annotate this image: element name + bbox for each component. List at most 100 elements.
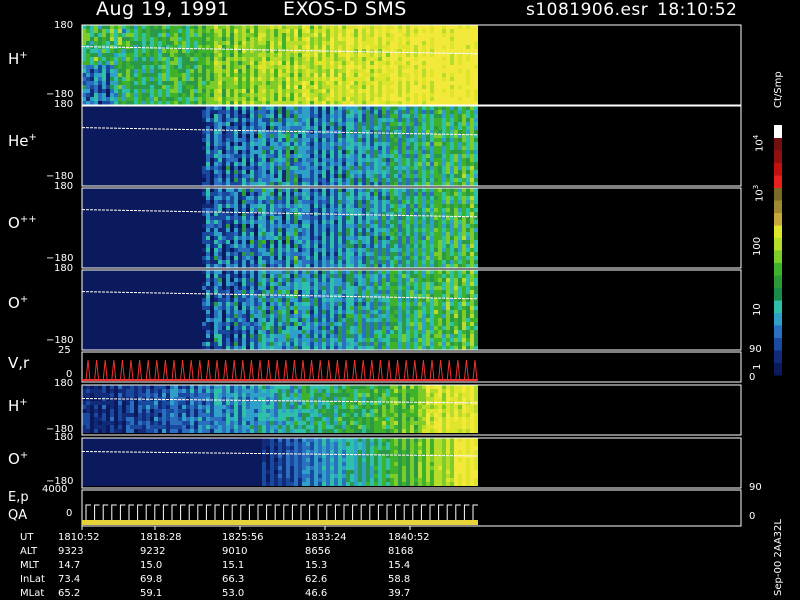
- heatmap-cell: [214, 57, 218, 61]
- heatmap-cell: [146, 97, 150, 101]
- heatmap-cell: [466, 29, 470, 33]
- heatmap-cell: [366, 37, 370, 41]
- heatmap-cell: [198, 49, 202, 53]
- heatmap-cell: [270, 204, 274, 208]
- heatmap-cell: [174, 182, 178, 186]
- heatmap-cell: [286, 81, 290, 85]
- heatmap-cell: [138, 110, 142, 114]
- heatmap-cell: [278, 101, 282, 105]
- heatmap-cell: [334, 126, 338, 130]
- heatmap-cell: [462, 73, 466, 77]
- heatmap-cell: [266, 154, 270, 158]
- heatmap-cell: [190, 89, 194, 93]
- heatmap-cell: [230, 240, 234, 244]
- heatmap-cell: [122, 93, 126, 97]
- heatmap-cell: [302, 65, 306, 69]
- heatmap-cell: [158, 220, 162, 224]
- heatmap-cell: [182, 142, 186, 146]
- heatmap-cell: [182, 188, 186, 192]
- heatmap-cell: [178, 33, 182, 37]
- heatmap-cell: [202, 260, 206, 264]
- heatmap-cell: [282, 29, 286, 33]
- heatmap-cell: [230, 114, 234, 118]
- heatmap-cell: [254, 142, 258, 146]
- heatmap-cell: [362, 65, 366, 69]
- heatmap-cell: [150, 200, 154, 204]
- heatmap-cell: [90, 146, 94, 150]
- heatmap-cell: [210, 220, 214, 224]
- heatmap-cell: [330, 138, 334, 142]
- heatmap-cell: [310, 101, 314, 105]
- heatmap-cell: [294, 77, 298, 81]
- heatmap-cell: [398, 33, 402, 37]
- heatmap-cell: [226, 188, 230, 192]
- heatmap-cell: [234, 93, 238, 97]
- heatmap-cell: [382, 178, 386, 182]
- heatmap-cell: [430, 57, 434, 61]
- heatmap-cell: [242, 65, 246, 69]
- heatmap-cell: [298, 65, 302, 69]
- heatmap-cell: [266, 220, 270, 224]
- heatmap-cell: [134, 61, 138, 65]
- heatmap-cell: [370, 61, 374, 65]
- heatmap-cell: [358, 73, 362, 77]
- heatmap-cell: [270, 170, 274, 174]
- heatmap-cell: [430, 61, 434, 65]
- heatmap-cell: [310, 170, 314, 174]
- heatmap-cell: [282, 126, 286, 130]
- heatmap-cell: [222, 61, 226, 65]
- heatmap-cell: [138, 216, 142, 220]
- heatmap-cell: [246, 97, 250, 101]
- heatmap-cell: [274, 150, 278, 154]
- heatmap-cell: [466, 114, 470, 118]
- heatmap-cell: [370, 69, 374, 73]
- heatmap-cell: [138, 25, 142, 29]
- heatmap-cell: [282, 110, 286, 114]
- heatmap-cell: [282, 182, 286, 186]
- heatmap-cell: [374, 93, 378, 97]
- heatmap-cell: [258, 260, 262, 264]
- heatmap-cell: [190, 122, 194, 126]
- heatmap-cell: [274, 142, 278, 146]
- heatmap-cell: [82, 146, 86, 150]
- heatmap-cell: [154, 106, 158, 110]
- heatmap-cell: [270, 174, 274, 178]
- heatmap-cell: [258, 118, 262, 122]
- heatmap-cell: [174, 204, 178, 208]
- heatmap-cell: [154, 53, 158, 57]
- heatmap-cell: [142, 182, 146, 186]
- heatmap-cell: [162, 122, 166, 126]
- heatmap-cell: [350, 174, 354, 178]
- heatmap-cell: [214, 81, 218, 85]
- heatmap-cell: [94, 196, 98, 200]
- heatmap-cell: [286, 77, 290, 81]
- heatmap-cell: [82, 170, 86, 174]
- heatmap-cell: [146, 81, 150, 85]
- heatmap-cell: [226, 122, 230, 126]
- heatmap-cell: [318, 65, 322, 69]
- heatmap-cell: [178, 118, 182, 122]
- heatmap-cell: [394, 101, 398, 105]
- heatmap-cell: [454, 93, 458, 97]
- heatmap-cell: [290, 166, 294, 170]
- heatmap-cell: [354, 53, 358, 57]
- heatmap-cell: [210, 178, 214, 182]
- heatmap-cell: [150, 130, 154, 134]
- heatmap-cell: [206, 224, 210, 228]
- heatmap-cell: [366, 101, 370, 105]
- heatmap-cell: [90, 236, 94, 240]
- heatmap-cell: [174, 244, 178, 248]
- heatmap-cell: [290, 37, 294, 41]
- heatmap-cell: [114, 25, 118, 29]
- heatmap-cell: [278, 29, 282, 33]
- heatmap-cell: [306, 158, 310, 162]
- heatmap-cell: [198, 93, 202, 97]
- heatmap-cell: [110, 248, 114, 252]
- heatmap-cell: [230, 174, 234, 178]
- heatmap-cell: [282, 174, 286, 178]
- heatmap-cell: [222, 150, 226, 154]
- heatmap-cell: [122, 216, 126, 220]
- heatmap-cell: [318, 61, 322, 65]
- heatmap-cell: [102, 248, 106, 252]
- heatmap-cell: [326, 138, 330, 142]
